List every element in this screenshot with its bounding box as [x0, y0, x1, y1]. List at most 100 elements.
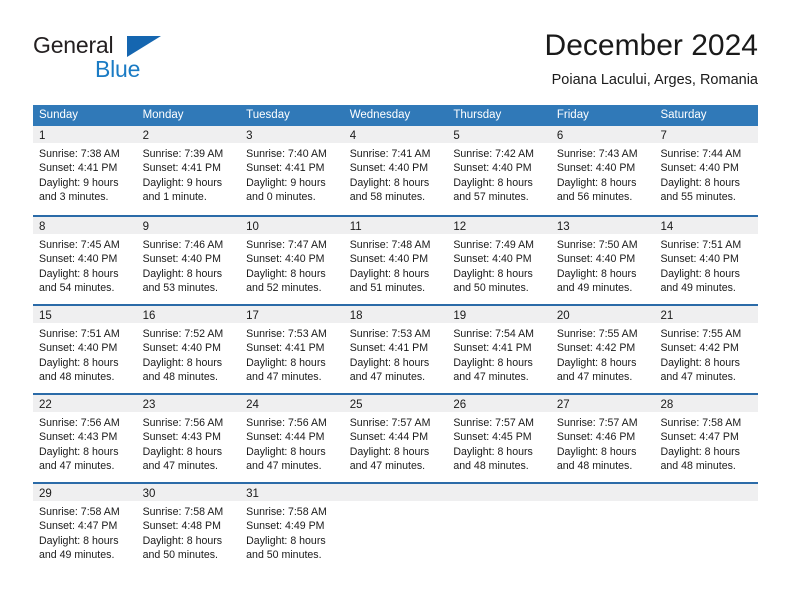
calendar-day-cell[interactable]: 17 Sunrise: 7:53 AM Sunset: 4:41 PM Dayligh…	[240, 306, 344, 393]
sunrise-text: Sunrise: 7:56 AM	[246, 417, 327, 429]
calendar-day-cell[interactable]: 1 Sunrise: 7:38 AM Sunset: 4:41 PM Daylight…	[33, 126, 137, 215]
day-number: 6	[556, 130, 564, 142]
day-number-band: 5	[447, 126, 551, 143]
day-number-band: 20	[550, 306, 655, 323]
day-details: Sunrise: 7:51 AM Sunset: 4:40 PM Daylight:…	[654, 234, 758, 296]
calendar-day-cell[interactable]: 8 Sunrise: 7:45 AM Sunset: 4:40 PM Daylight…	[33, 217, 137, 304]
day-details: Sunrise: 7:57 AM Sunset: 4:46 PM Daylight:…	[551, 412, 655, 474]
day-number: 30	[142, 488, 156, 500]
day-number-band: 22	[33, 395, 137, 412]
day-details: Sunrise: 7:58 AM Sunset: 4:49 PM Daylight:…	[240, 501, 344, 563]
daylight-text-line1: Daylight: 8 hours	[142, 356, 223, 369]
day-number-band: 10	[240, 217, 344, 234]
calendar-day-cell[interactable]: 19 Sunrise: 7:54 AM Sunset: 4:41 PM Dayligh…	[447, 306, 551, 393]
sunset-text: Sunset: 4:46 PM	[556, 431, 636, 444]
calendar-day-cell[interactable]: 21 Sunrise: 7:55 AM Sunset: 4:42 PM Dayligh…	[654, 306, 759, 393]
daylight-text-line2: and 56 minutes.	[556, 191, 633, 204]
day-number-band: 6	[550, 126, 655, 143]
sunrise-text: Sunrise: 7:40 AM	[246, 148, 327, 160]
calendar-day-cell[interactable]: 9 Sunrise: 7:46 AM Sunset: 4:40 PM Daylight…	[136, 217, 241, 304]
calendar-day-cell[interactable]: 29 Sunrise: 7:58 AM Sunset: 4:47 PM Dayligh…	[33, 484, 137, 571]
day-details: Sunrise: 7:43 AM Sunset: 4:40 PM Daylight:…	[551, 143, 655, 205]
daylight-text-line2: and 49 minutes.	[39, 549, 115, 562]
sunset-text: Sunset: 4:40 PM	[453, 253, 532, 266]
calendar-day-cell[interactable]: 26 Sunrise: 7:57 AM Sunset: 4:45 PM Dayligh…	[447, 395, 551, 482]
calendar-day-cell[interactable]: 23 Sunrise: 7:56 AM Sunset: 4:43 PM Dayligh…	[136, 395, 241, 482]
sunset-text: Sunset: 4:40 PM	[142, 342, 221, 355]
calendar-day-cell[interactable]: 12 Sunrise: 7:49 AM Sunset: 4:40 PM Dayligh…	[447, 217, 551, 304]
day-details: Sunrise: 7:46 AM Sunset: 4:40 PM Daylight:…	[137, 234, 241, 296]
day-number: 25	[349, 399, 363, 411]
calendar-day-cell[interactable]: 6 Sunrise: 7:43 AM Sunset: 4:40 PM Daylight…	[550, 126, 655, 215]
calendar-day-cell[interactable]: 31 Sunrise: 7:58 AM Sunset: 4:49 PM Dayligh…	[240, 484, 344, 571]
calendar-day-cell-empty	[447, 484, 551, 571]
day-number-band: 26	[447, 395, 551, 412]
daylight-text-line1: Daylight: 8 hours	[453, 356, 533, 369]
calendar-day-cell[interactable]: 5 Sunrise: 7:42 AM Sunset: 4:40 PM Daylight…	[447, 126, 551, 215]
calendar-day-cell[interactable]: 16 Sunrise: 7:52 AM Sunset: 4:40 PM Dayligh…	[136, 306, 241, 393]
calendar-day-cell[interactable]: 24 Sunrise: 7:56 AM Sunset: 4:44 PM Dayligh…	[240, 395, 344, 482]
day-number-band: 24	[240, 395, 344, 412]
day-number-band: 4	[343, 126, 448, 143]
calendar-day-cell[interactable]: 27 Sunrise: 7:57 AM Sunset: 4:46 PM Dayligh…	[550, 395, 655, 482]
calendar-day-cell[interactable]: 25 Sunrise: 7:57 AM Sunset: 4:44 PM Dayligh…	[343, 395, 448, 482]
calendar-day-cell[interactable]: 3 Sunrise: 7:40 AM Sunset: 4:41 PM Daylight…	[240, 126, 344, 215]
daylight-text-line2: and 47 minutes.	[556, 371, 633, 384]
day-number: 1	[39, 130, 46, 142]
day-number: 18	[349, 310, 363, 322]
calendar-day-cell[interactable]: 11 Sunrise: 7:48 AM Sunset: 4:40 PM Dayligh…	[343, 217, 448, 304]
sunrise-text: Sunrise: 7:57 AM	[556, 417, 638, 429]
triangle-flag-icon	[127, 36, 161, 57]
daylight-text-line1: Daylight: 8 hours	[246, 267, 326, 280]
brand-logo[interactable]: General Blue	[33, 32, 233, 90]
calendar-day-cell[interactable]: 15 Sunrise: 7:51 AM Sunset: 4:40 PM Dayligh…	[33, 306, 137, 393]
sunrise-text: Sunrise: 7:51 AM	[39, 328, 120, 340]
daylight-text-line1: Daylight: 8 hours	[349, 176, 430, 189]
calendar-day-cell[interactable]: 4 Sunrise: 7:41 AM Sunset: 4:40 PM Daylight…	[343, 126, 448, 215]
sunset-text: Sunset: 4:41 PM	[453, 342, 532, 355]
sunset-text: Sunset: 4:43 PM	[142, 431, 221, 444]
day-number-band: 29	[33, 484, 137, 501]
daylight-text-line1: Daylight: 8 hours	[349, 267, 430, 280]
sunrise-text: Sunrise: 7:53 AM	[246, 328, 327, 340]
day-number: 24	[246, 399, 259, 411]
calendar-day-cell[interactable]: 22 Sunrise: 7:56 AM Sunset: 4:43 PM Dayligh…	[33, 395, 137, 482]
calendar-day-cell[interactable]: 18 Sunrise: 7:53 AM Sunset: 4:41 PM Dayligh…	[343, 306, 448, 393]
day-number: 21	[660, 310, 674, 322]
daylight-text-line1: Daylight: 8 hours	[349, 356, 430, 369]
day-number: 13	[556, 221, 570, 233]
sunrise-text: Sunrise: 7:54 AM	[453, 328, 534, 340]
sunrise-text: Sunrise: 7:55 AM	[660, 328, 742, 340]
calendar-day-cell[interactable]: 10 Sunrise: 7:47 AM Sunset: 4:40 PM Dayligh…	[240, 217, 344, 304]
daylight-text-line2: and 53 minutes.	[142, 282, 218, 295]
day-number-band	[447, 484, 551, 501]
sunrise-text: Sunrise: 7:46 AM	[142, 239, 224, 251]
day-details: Sunrise: 7:51 AM Sunset: 4:40 PM Daylight:…	[33, 323, 137, 385]
sunset-text: Sunset: 4:41 PM	[39, 162, 118, 175]
daylight-text-line1: Daylight: 8 hours	[39, 356, 119, 369]
day-number-band: 19	[447, 306, 551, 323]
sunset-text: Sunset: 4:40 PM	[349, 253, 429, 266]
calendar-weeks: 1 Sunrise: 7:38 AM Sunset: 4:41 PM Daylight…	[33, 126, 759, 571]
daylight-text-line2: and 52 minutes.	[246, 282, 322, 295]
sunset-text: Sunset: 4:43 PM	[39, 431, 118, 444]
day-number-band	[343, 484, 448, 501]
calendar-day-cell[interactable]: 30 Sunrise: 7:58 AM Sunset: 4:48 PM Dayligh…	[136, 484, 241, 571]
calendar-day-cell-empty	[343, 484, 448, 571]
calendar-day-cell[interactable]: 13 Sunrise: 7:50 AM Sunset: 4:40 PM Dayligh…	[550, 217, 655, 304]
sunset-text: Sunset: 4:42 PM	[556, 342, 636, 355]
calendar-day-cell[interactable]: 7 Sunrise: 7:44 AM Sunset: 4:40 PM Daylight…	[654, 126, 759, 215]
calendar-day-cell[interactable]: 2 Sunrise: 7:39 AM Sunset: 4:41 PM Daylight…	[136, 126, 241, 215]
sunset-text: Sunset: 4:41 PM	[349, 342, 429, 355]
calendar-week-row: 29 Sunrise: 7:58 AM Sunset: 4:47 PM Dayligh…	[33, 482, 759, 571]
day-number: 28	[660, 399, 674, 411]
day-details: Sunrise: 7:44 AM Sunset: 4:40 PM Daylight:…	[654, 143, 758, 205]
brand-name-blue: Blue	[95, 56, 141, 82]
daylight-text-line2: and 49 minutes.	[660, 282, 736, 295]
calendar-day-cell[interactable]: 20 Sunrise: 7:55 AM Sunset: 4:42 PM Dayligh…	[550, 306, 655, 393]
calendar-week-row: 1 Sunrise: 7:38 AM Sunset: 4:41 PM Daylight…	[33, 126, 759, 215]
day-number-band: 18	[343, 306, 448, 323]
day-number: 10	[246, 221, 259, 233]
calendar-day-cell[interactable]: 14 Sunrise: 7:51 AM Sunset: 4:40 PM Dayligh…	[654, 217, 759, 304]
calendar-day-cell[interactable]: 28 Sunrise: 7:58 AM Sunset: 4:47 PM Dayligh…	[654, 395, 759, 482]
